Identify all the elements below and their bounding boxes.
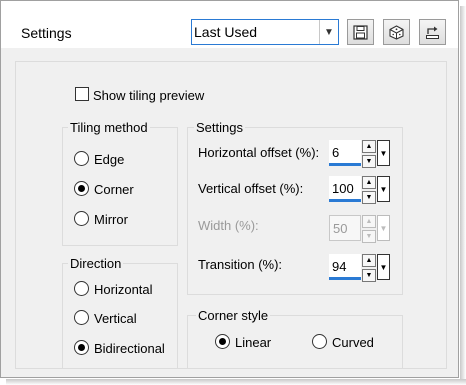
radio-horizontal[interactable] bbox=[74, 281, 89, 296]
vertical-offset-value: 100 bbox=[332, 181, 354, 196]
tiling-method-title: Tiling method bbox=[68, 120, 150, 135]
preset-value: Last Used bbox=[194, 24, 258, 40]
radio-corner-label: Corner bbox=[94, 182, 134, 197]
transition-spinner[interactable]: 94 ▲ ▼ ▼ bbox=[329, 254, 391, 282]
dice-icon bbox=[389, 24, 404, 40]
transition-label: Transition (%): bbox=[198, 257, 283, 272]
vertical-offset-input[interactable]: 100 bbox=[329, 176, 361, 202]
slider-dropdown-icon[interactable]: ▼ bbox=[377, 176, 390, 202]
increment-arrow-icon[interactable]: ▲ bbox=[362, 140, 376, 153]
slider-dropdown-icon[interactable]: ▼ bbox=[377, 140, 390, 166]
reset-button[interactable] bbox=[419, 19, 446, 45]
corner-style-title: Corner style bbox=[196, 308, 271, 323]
show-tiling-preview-label: Show tiling preview bbox=[93, 88, 205, 103]
vertical-offset-spinner[interactable]: 100 ▲ ▼ ▼ bbox=[329, 176, 391, 204]
width-input: 50 bbox=[329, 215, 361, 241]
radio-curved-label: Curved bbox=[332, 335, 374, 350]
radio-vertical[interactable] bbox=[74, 310, 89, 325]
chevron-down-icon[interactable]: ▼ bbox=[319, 20, 338, 44]
dialog-window: Settings Last Used ▼ Show tiling preview… bbox=[0, 0, 459, 378]
vertical-offset-label: Vertical offset (%): bbox=[198, 181, 304, 196]
slider-dropdown-icon[interactable]: ▼ bbox=[377, 254, 390, 280]
radio-horizontal-label: Horizontal bbox=[94, 282, 153, 297]
direction-title: Direction bbox=[68, 256, 124, 271]
radio-vertical-label: Vertical bbox=[94, 311, 137, 326]
increment-arrow-icon[interactable]: ▲ bbox=[362, 254, 376, 267]
radio-bidirectional[interactable] bbox=[74, 340, 89, 355]
radio-linear-label: Linear bbox=[235, 335, 272, 350]
width-value: 50 bbox=[333, 221, 348, 236]
radio-bidirectional-label: Bidirectional bbox=[94, 341, 165, 356]
radio-edge[interactable] bbox=[74, 151, 89, 166]
preset-dropdown[interactable]: Last Used ▼ bbox=[191, 19, 339, 45]
dialog-header: Settings Last Used ▼ bbox=[1, 1, 458, 48]
settings-group-title: Settings bbox=[194, 120, 245, 135]
radio-mirror[interactable] bbox=[74, 211, 89, 226]
decrement-arrow-icon[interactable]: ▼ bbox=[362, 155, 376, 168]
decrement-arrow-icon: ▼ bbox=[362, 230, 376, 243]
show-tiling-preview-checkbox[interactable] bbox=[75, 87, 89, 101]
increment-arrow-icon: ▲ bbox=[362, 215, 376, 228]
slider-dropdown-icon: ▼ bbox=[377, 215, 390, 241]
width-label: Width (%): bbox=[198, 218, 259, 233]
transition-input[interactable]: 94 bbox=[329, 254, 361, 280]
increment-arrow-icon[interactable]: ▲ bbox=[362, 176, 376, 189]
horizontal-offset-label: Horizontal offset (%): bbox=[198, 145, 320, 160]
horizontal-offset-spinner[interactable]: 6 ▲ ▼ ▼ bbox=[329, 140, 391, 168]
decrement-arrow-icon[interactable]: ▼ bbox=[362, 269, 376, 282]
save-preset-button[interactable] bbox=[347, 19, 374, 45]
horizontal-offset-value: 6 bbox=[332, 145, 340, 160]
transition-value: 94 bbox=[332, 259, 347, 274]
radio-corner[interactable] bbox=[74, 181, 89, 196]
reset-icon bbox=[426, 26, 439, 39]
save-icon bbox=[353, 24, 368, 40]
radio-linear[interactable] bbox=[215, 334, 230, 349]
radio-mirror-label: Mirror bbox=[94, 212, 128, 227]
radio-curved[interactable] bbox=[312, 334, 327, 349]
radio-edge-label: Edge bbox=[94, 152, 125, 167]
width-spinner: 50 ▲ ▼ ▼ bbox=[329, 215, 391, 243]
decrement-arrow-icon[interactable]: ▼ bbox=[362, 191, 376, 204]
horizontal-offset-input[interactable]: 6 bbox=[329, 140, 361, 166]
randomize-button[interactable] bbox=[383, 19, 410, 45]
dialog-title: Settings bbox=[21, 25, 72, 41]
